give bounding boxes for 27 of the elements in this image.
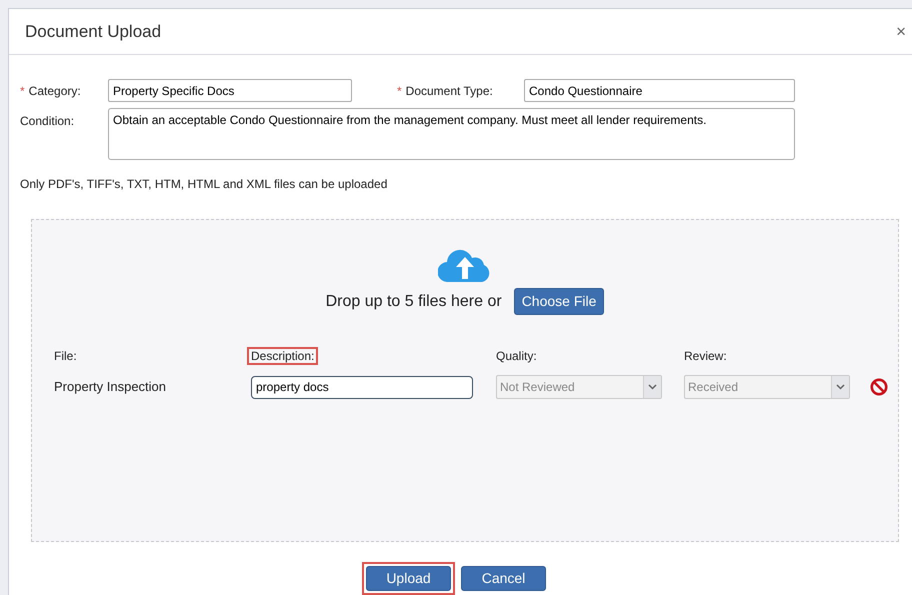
select-field: Not Reviewed — [496, 375, 662, 399]
column-header: Description: — [247, 347, 318, 365]
cloud-upload-icon — [438, 248, 492, 282]
column-header: Review: — [683, 348, 728, 365]
field-label: Document Type: — [406, 82, 494, 100]
file-type-note: Only PDF's, TIFF's, TXT, HTM, HTML and XML files can be uploaded — [20, 176, 388, 193]
condition-field[interactable]: Obtain an acceptable Condo Questionnaire from the management company. Must meet all lender requirements. — [108, 108, 795, 160]
caret-icon — [648, 384, 657, 390]
upload-button[interactable]: Upload — [366, 566, 451, 591]
category-field[interactable]: Property Specific Docs — [108, 79, 352, 102]
column-header: File: — [53, 348, 78, 365]
dialog-title: Document Upload — [25, 20, 162, 43]
caret-icon — [836, 384, 845, 390]
drop-prompt: Drop up to 5 files here or — [326, 292, 502, 312]
document-type-field[interactable]: Condo Questionnaire — [524, 79, 795, 102]
required-mark: * — [20, 82, 25, 100]
required-mark: * — [397, 82, 402, 100]
close-button[interactable]: × — [896, 23, 906, 40]
select-field: Received — [684, 375, 850, 399]
column-header: Quality: — [495, 348, 538, 365]
choose-file-button[interactable]: Choose File — [514, 288, 604, 315]
field-label: Condition: — [20, 113, 76, 130]
file-name: Property Inspection — [54, 379, 166, 394]
remove-icon[interactable] — [870, 378, 888, 396]
field-label: Category: — [28, 82, 82, 100]
description-field[interactable]: property docs — [251, 376, 473, 398]
cancel-button[interactable]: Cancel — [461, 566, 546, 591]
